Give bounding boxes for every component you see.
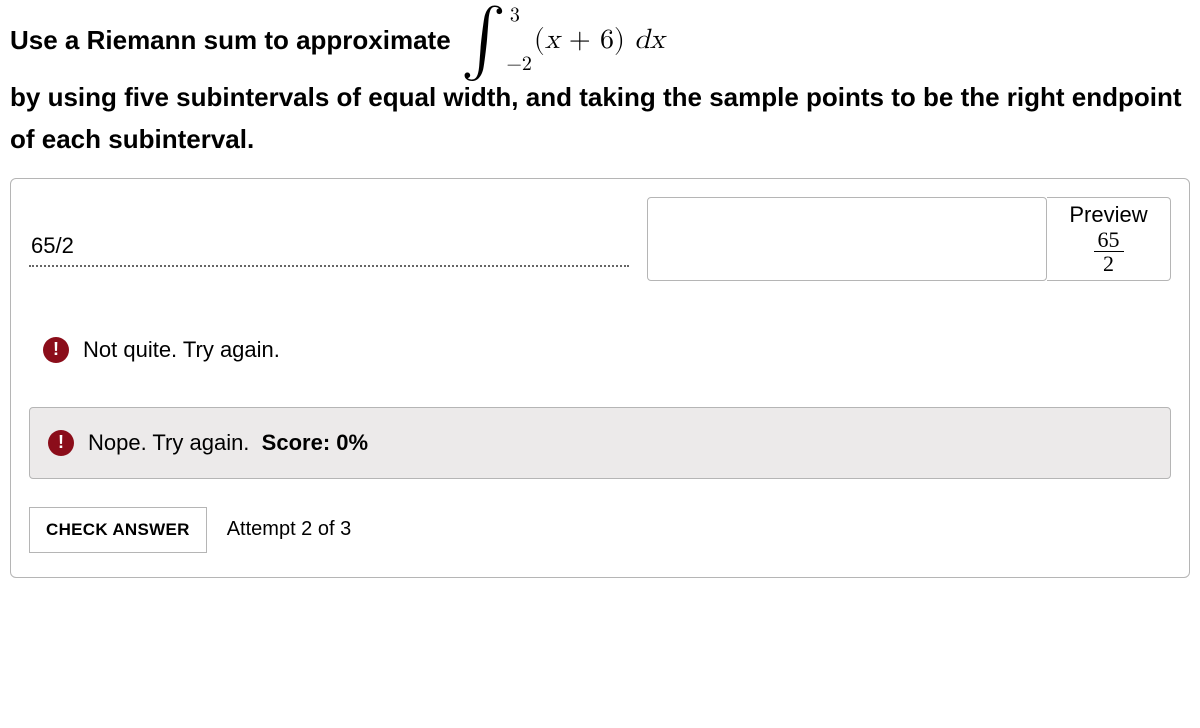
attempt-counter: Attempt 2 of 3 — [227, 518, 352, 541]
error-icon: ! — [48, 430, 74, 456]
question-suffix: by using five subintervals of equal widt… — [10, 77, 1190, 160]
preview-numerator: 65 — [1094, 228, 1124, 252]
check-answer-button[interactable]: CHECK ANSWER — [29, 507, 207, 553]
question-text: Use a Riemann sum to approximate ∫ 3 −2 … — [10, 10, 1190, 160]
answer-panel: Preview 65 2 ! Not quite. Try again. ! N… — [10, 178, 1190, 577]
action-row: CHECK ANSWER Attempt 2 of 3 — [29, 507, 1171, 553]
integral-upper-bound: 3 — [510, 6, 520, 24]
feedback-inline: ! Not quite. Try again. — [29, 321, 1171, 379]
preview-label: Preview — [1069, 202, 1147, 228]
question-prefix: Use a Riemann sum to approximate — [10, 20, 451, 62]
answer-row: Preview 65 2 — [29, 197, 1171, 280]
integral-lower-bound: −2 — [506, 55, 532, 73]
feedback-result-text: Nope. Try again. Score: 0% — [88, 430, 368, 456]
preview-fraction: 65 2 — [1094, 228, 1124, 275]
integral-expression: ∫ 3 −2 (x + 6) dx — [461, 10, 665, 71]
preview-denominator: 2 — [1099, 252, 1118, 275]
preview-box: Preview 65 2 — [647, 197, 1171, 280]
answer-input-wrap — [29, 197, 629, 267]
preview-side: Preview 65 2 — [1047, 197, 1171, 280]
error-icon: ! — [43, 337, 69, 363]
preview-canvas — [647, 197, 1047, 280]
answer-input[interactable] — [29, 227, 629, 267]
integrand: (x + 6) dx — [534, 18, 665, 63]
feedback-inline-text: Not quite. Try again. — [83, 337, 280, 363]
integral-sign: ∫ 3 −2 — [461, 10, 506, 71]
feedback-result: ! Nope. Try again. Score: 0% — [29, 407, 1171, 479]
